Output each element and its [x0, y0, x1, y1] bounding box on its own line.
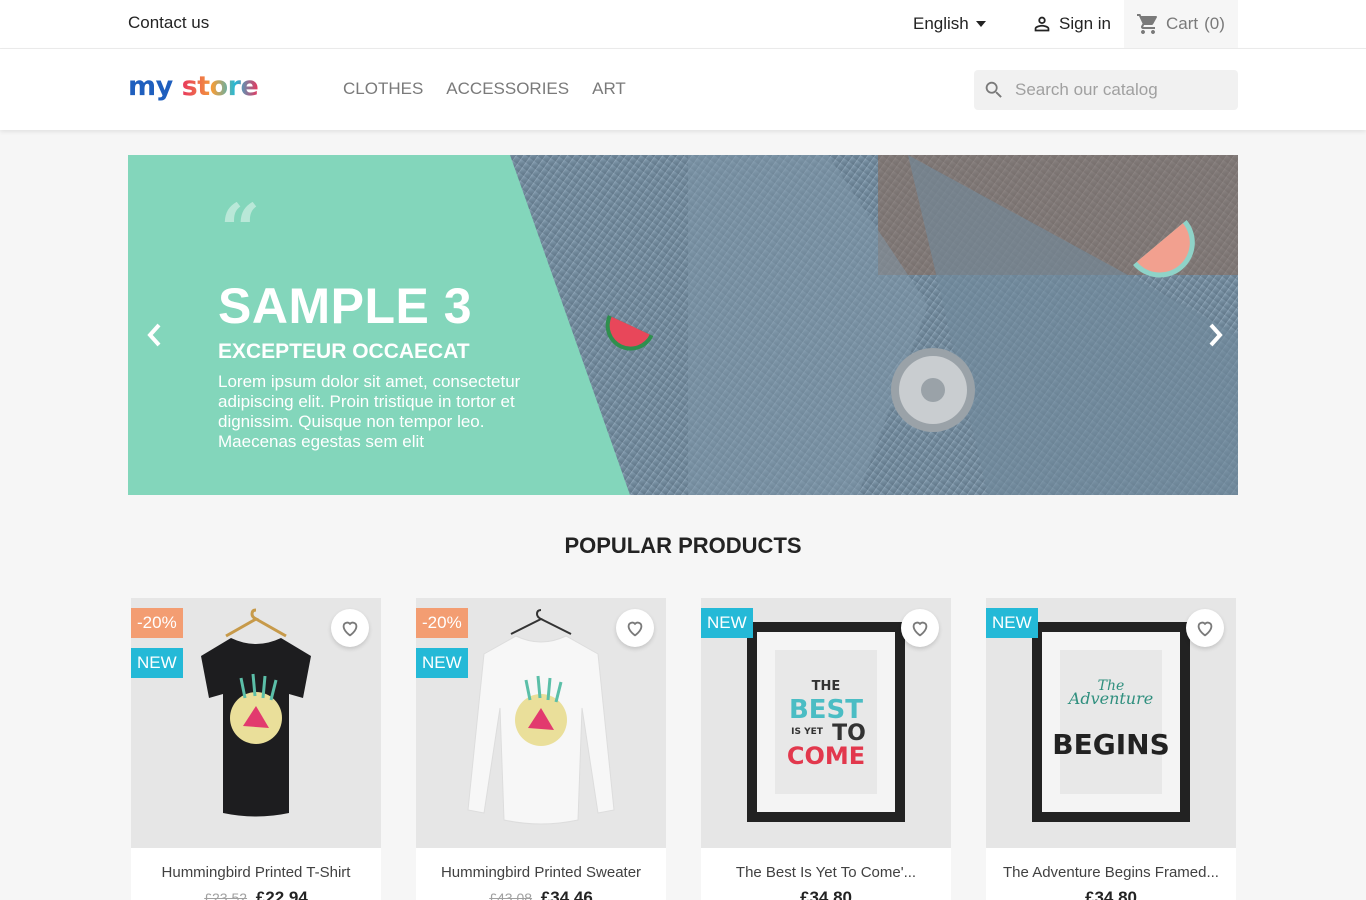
search-box — [974, 70, 1238, 110]
menu-item-art[interactable]: Art — [592, 79, 626, 99]
discount-badge: -20% — [131, 608, 183, 638]
slide-title: SAMPLE 3 — [218, 278, 473, 334]
wishlist-button[interactable] — [901, 609, 939, 647]
price: £22.94 — [255, 888, 308, 900]
search-icon[interactable] — [983, 79, 1005, 101]
cart-label: Cart — [1166, 14, 1199, 33]
language-label: English — [913, 14, 969, 33]
chevron-left-icon[interactable] — [142, 320, 166, 350]
language-selector[interactable]: English — [913, 14, 986, 34]
regular-price: £23.52 — [204, 890, 248, 900]
store-logo[interactable]: my store — [128, 71, 259, 102]
slide-subtitle: EXCEPTEUR OCCAECAT — [218, 340, 470, 363]
wishlist-button[interactable] — [616, 609, 654, 647]
slide-description: Lorem ipsum dolor sit amet, consectetur … — [218, 372, 521, 451]
product-prices: £43.08 £34.46 — [416, 888, 666, 900]
product-name[interactable]: Hummingbird Printed Sweater — [416, 864, 666, 881]
new-badge: NEW — [131, 648, 183, 678]
new-badge: NEW — [986, 608, 1038, 638]
discount-badge: -20% — [416, 608, 468, 638]
quote-mark: “ — [220, 188, 261, 271]
poster-line: Adventure — [1067, 689, 1153, 708]
heart-icon — [342, 621, 358, 637]
sign-in-link[interactable]: Sign in — [1031, 13, 1111, 35]
heart-icon — [912, 621, 928, 637]
new-badge: NEW — [701, 608, 753, 638]
new-badge: NEW — [416, 648, 468, 678]
logo-my: my — [128, 71, 173, 102]
header: my store Clothes Accessories Art — [0, 49, 1366, 130]
product-prices: £23.52 £22.94 — [131, 888, 381, 900]
logo-store: store — [181, 71, 259, 102]
product-card[interactable]: THE BEST IS YET TO COME NEW The Best Is … — [701, 598, 951, 900]
product-prices: £34.80 — [701, 888, 951, 900]
menu-item-clothes[interactable]: Clothes — [343, 79, 423, 99]
shopping-cart-icon — [1137, 14, 1157, 34]
poster-line: BEGINS — [1052, 728, 1169, 761]
hero-carousel[interactable]: “ SAMPLE 3 EXCEPTEUR OCCAECAT Lorem ipsu… — [128, 155, 1238, 495]
wishlist-button[interactable] — [331, 609, 369, 647]
heart-icon — [1197, 621, 1213, 637]
wishlist-button[interactable] — [1186, 609, 1224, 647]
product-name[interactable]: Hummingbird Printed T-Shirt — [131, 864, 381, 881]
price: £34.80 — [800, 888, 852, 900]
price: £34.46 — [540, 888, 593, 900]
poster-line: COME — [787, 742, 865, 770]
price: £34.80 — [1085, 888, 1137, 900]
product-card[interactable]: -20% NEW Hummingbird Printed Sweater £43… — [416, 598, 666, 900]
main-menu: Clothes Accessories Art — [343, 79, 626, 99]
contact-us-link[interactable]: Contact us — [128, 13, 209, 33]
top-bar: Contact us English Sign in Cart (0) — [0, 0, 1366, 49]
cart-button[interactable]: Cart (0) — [1124, 0, 1238, 48]
chevron-down-icon — [975, 21, 986, 27]
product-prices: £34.80 — [986, 888, 1236, 900]
regular-price: £43.08 — [489, 890, 533, 900]
chevron-right-icon[interactable] — [1204, 320, 1228, 350]
product-card[interactable]: -20% NEW Hummingbird Printed T-Shirt £23… — [131, 598, 381, 900]
heart-icon — [627, 621, 643, 637]
product-card[interactable]: The Adventure BEGINS NEW The Adventure B… — [986, 598, 1236, 900]
poster-line: IS YET — [791, 727, 824, 737]
search-input[interactable] — [1015, 80, 1225, 100]
product-name[interactable]: The Adventure Begins Framed... — [986, 864, 1236, 881]
poster-line: THE — [812, 679, 841, 694]
user-icon — [1034, 16, 1050, 32]
product-name[interactable]: The Best Is Yet To Come'... — [701, 864, 951, 881]
menu-item-accessories[interactable]: Accessories — [446, 79, 569, 99]
popular-products-heading: POPULAR PRODUCTS — [564, 533, 802, 558]
cart-count: (0) — [1204, 14, 1225, 33]
sign-in-label: Sign in — [1059, 14, 1111, 33]
